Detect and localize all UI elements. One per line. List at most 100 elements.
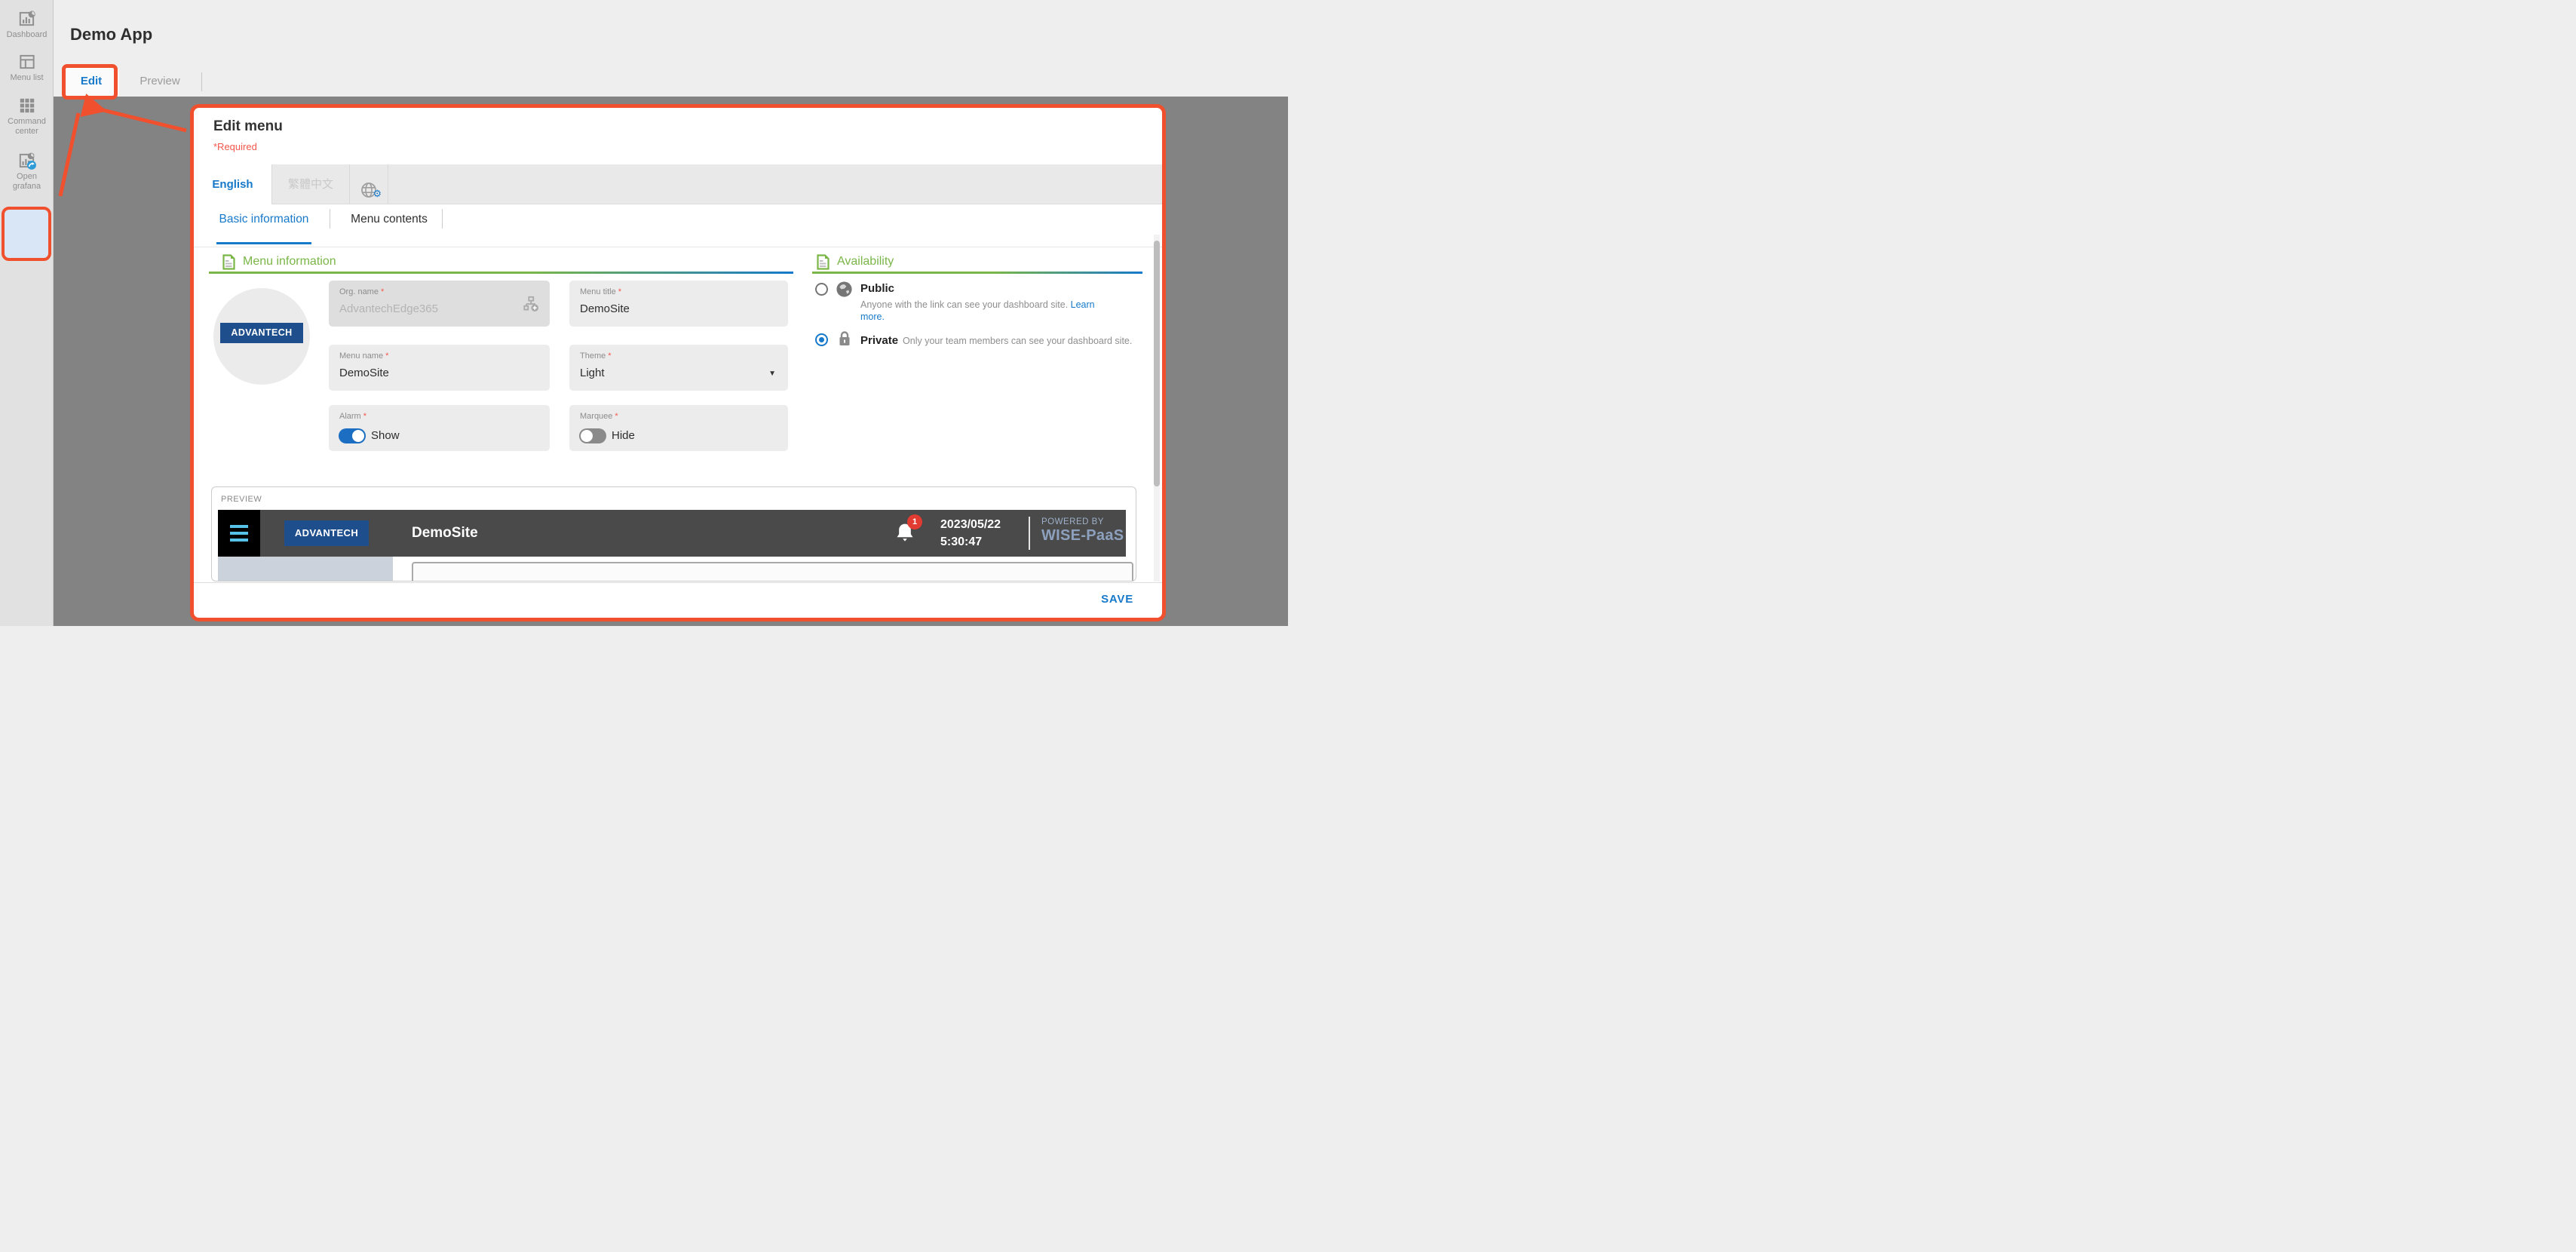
required-asterisk: * [608, 351, 611, 361]
theme-select[interactable]: Theme* Light ▼ [569, 345, 788, 391]
public-globe-icon [836, 281, 853, 302]
public-radio[interactable] [815, 283, 828, 296]
preview-site-title: DemoSite [412, 510, 478, 557]
menu-logo-avatar[interactable]: ADVANTECH [213, 288, 310, 385]
preview-body-sidebar [218, 557, 393, 582]
required-asterisk: * [381, 287, 384, 296]
preview-datetime: 2023/05/22 5:30:47 [940, 516, 1001, 551]
preview-label: PREVIEW [221, 495, 262, 504]
hamburger-menu-icon [218, 510, 260, 557]
sidebar-item-menu-list[interactable]: Menu list [0, 52, 54, 83]
marquee-toggle[interactable] [579, 428, 606, 443]
advantech-logo: ADVANTECH [284, 520, 369, 546]
subtab-divider [442, 209, 443, 229]
document-icon [817, 254, 830, 270]
command-center-icon [17, 96, 37, 115]
menu-title-value: DemoSite [580, 302, 630, 315]
tab-basic-information[interactable]: Basic information [216, 210, 311, 229]
menu-name-value: DemoSite [339, 367, 389, 379]
advantech-logo: ADVANTECH [220, 323, 303, 343]
preview-card: PREVIEW ADVANTECH DemoSite 1 2023/05/22 … [211, 486, 1136, 582]
required-asterisk: * [363, 412, 366, 421]
sidebar-item-dashboard[interactable]: Dashboard [0, 9, 54, 40]
field-label: Menu title [580, 287, 616, 296]
field-label: Alarm [339, 412, 361, 421]
alarm-toggle[interactable] [339, 428, 366, 443]
open-grafana-icon [17, 151, 37, 170]
public-label: Public [860, 282, 894, 295]
menu-title-field[interactable]: Menu title* DemoSite [569, 281, 788, 327]
tab-language-chinese[interactable]: 繁體中文 [271, 164, 350, 204]
sidebar-item-label: Command center [0, 117, 54, 137]
notification-badge: 1 [907, 514, 922, 529]
modal-scrollbar-thumb[interactable] [1154, 241, 1160, 486]
private-label: Private [860, 334, 898, 347]
edit-menu-modal: Edit menu *Required English 繁體中文 ⚙ Basic… [190, 104, 1166, 621]
dropdown-caret-icon: ▼ [768, 370, 776, 378]
section-underline [209, 272, 793, 274]
required-asterisk: * [385, 351, 388, 361]
page-title: Demo App [70, 25, 152, 44]
alarm-field: Alarm* Show [329, 405, 550, 451]
menu-information-heading: Menu information [222, 253, 336, 271]
toggle-knob [581, 430, 593, 442]
marquee-field: Marquee* Hide [569, 405, 788, 451]
org-name-field: Org. name* AdvantechEdge365 [329, 281, 550, 327]
availability-heading: Availability [817, 253, 894, 271]
tab-language-settings[interactable]: ⚙ [350, 164, 388, 204]
preview-date: 2023/05/22 [940, 516, 1001, 533]
sidebar-item-label: Dashboard [0, 30, 54, 40]
globe-settings-icon: ⚙ [360, 176, 378, 194]
toggle-knob [352, 430, 364, 442]
wise-paas-logo: WISE-PaaS [1041, 527, 1124, 545]
powered-by-text: POWERED BY [1041, 517, 1124, 526]
field-label: Org. name [339, 287, 379, 296]
preview-bar-divider [1029, 517, 1030, 550]
menu-name-field[interactable]: Menu name* DemoSite [329, 345, 550, 391]
required-note: *Required [213, 141, 257, 152]
section-title: Availability [837, 255, 894, 269]
tab-language-english[interactable]: English [194, 164, 271, 205]
preview-time: 5:30:47 [940, 533, 1001, 551]
lock-icon [837, 330, 852, 351]
sidebar-item-label: Open grafana [0, 172, 54, 192]
sidebar-item-open-grafana[interactable]: Open grafana [0, 151, 54, 192]
edit-tab-annotation-box [62, 64, 118, 100]
demo-app-annotation-box [2, 207, 51, 261]
theme-value: Light [580, 367, 605, 379]
public-description: Anyone with the link can see your dashbo… [860, 299, 1117, 323]
field-label: Menu name [339, 351, 383, 361]
language-tab-bar: English 繁體中文 ⚙ [194, 164, 1162, 204]
private-row: Private Only your team members can see yo… [860, 334, 1166, 347]
gear-icon: ⚙ [373, 189, 382, 198]
private-radio[interactable] [815, 333, 828, 346]
required-asterisk: * [615, 412, 618, 421]
modal-footer: SAVE [194, 582, 1162, 618]
section-title: Menu information [243, 255, 336, 269]
save-button[interactable]: SAVE [1101, 593, 1133, 606]
private-description: Only your team members can see your dash… [903, 336, 1132, 346]
document-icon [222, 254, 235, 270]
field-label: Theme [580, 351, 606, 361]
preview-header-bar: ADVANTECH DemoSite 1 2023/05/22 5:30:47 … [218, 510, 1126, 557]
org-tree-icon[interactable] [521, 294, 541, 318]
powered-by-block: POWERED BY WISE-PaaS [1041, 517, 1124, 545]
app-window: Dashboard Menu list [0, 0, 1288, 626]
marquee-state-label: Hide [612, 429, 635, 442]
active-subtab-underline [216, 242, 311, 244]
menu-list-icon [17, 52, 37, 72]
modal-title: Edit menu [213, 118, 283, 135]
tab-divider [201, 72, 202, 91]
dashboard-icon [17, 9, 37, 29]
sidebar-item-command-center[interactable]: Command center [0, 96, 54, 137]
sidebar-item-label: Menu list [0, 73, 54, 83]
preview-body-content [412, 562, 1133, 582]
tab-preview[interactable]: Preview [119, 66, 201, 97]
required-asterisk: * [618, 287, 621, 296]
sidebar: Dashboard Menu list [0, 0, 54, 626]
tab-menu-contents[interactable]: Menu contents [341, 210, 437, 229]
alarm-state-label: Show [371, 429, 400, 442]
section-underline [812, 272, 1142, 274]
field-label: Marquee [580, 412, 612, 421]
org-name-value: AdvantechEdge365 [339, 302, 438, 315]
